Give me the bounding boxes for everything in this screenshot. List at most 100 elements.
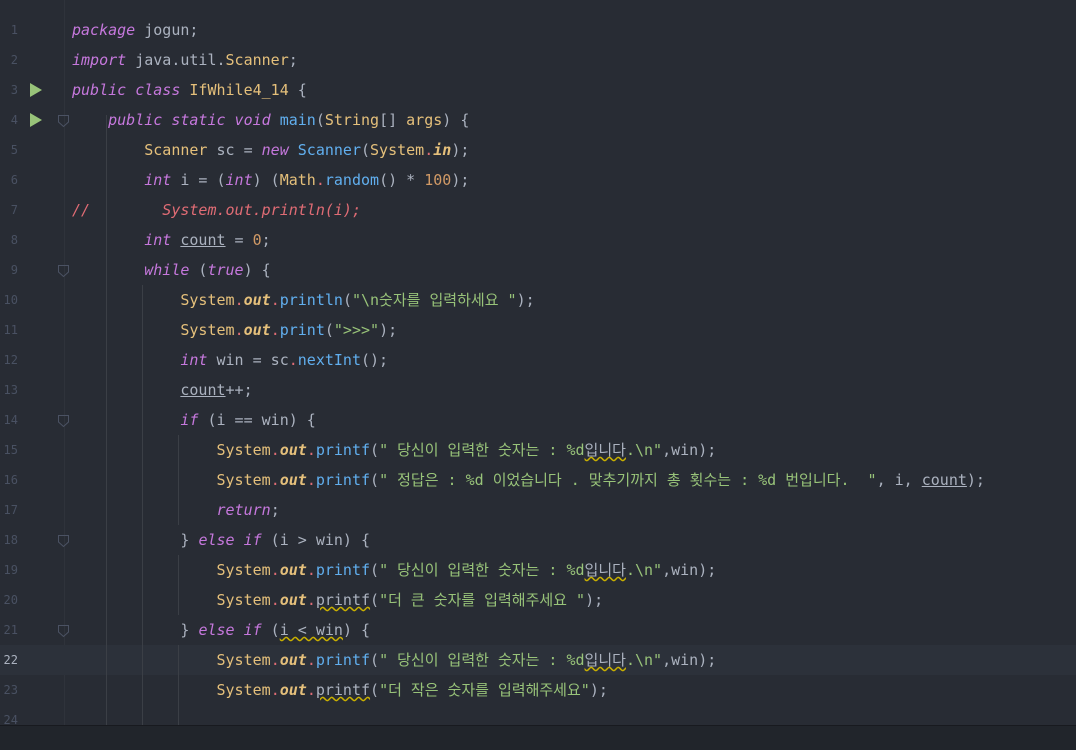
code-line[interactable]: 16 System.out.printf(" 정답은 : %d 이었습니다 . … (0, 465, 1076, 495)
code-token: ( (370, 591, 380, 609)
code-text[interactable]: System.out.printf("더 작은 숫자를 입력해주세요"); (72, 675, 608, 705)
code-token: ) { (342, 621, 371, 639)
code-line[interactable]: 19 System.out.printf(" 당신이 입력한 숫자는 : %d입… (0, 555, 1076, 585)
code-text[interactable]: public class IfWhile4_14 { (72, 75, 307, 105)
code-line[interactable]: 22 System.out.printf(" 당신이 입력한 숫자는 : %d입… (0, 645, 1076, 675)
code-token: " 정답은 : %d 이었습니다 . 맞추기까지 총 횟수는 : %d 번입니다… (379, 471, 877, 489)
code-token: count (180, 231, 226, 249)
code-token: args (406, 111, 443, 129)
code-token: ,win); (662, 561, 717, 579)
code-text[interactable]: int i = (int) (Math.random() * 100); (72, 165, 469, 195)
line-number: 16 (3, 473, 18, 487)
code-token: nextInt (297, 351, 361, 369)
code-token: println (279, 291, 343, 309)
status-bar (0, 725, 1076, 750)
fold-marker-icon[interactable] (58, 263, 69, 278)
code-text[interactable]: return; (72, 495, 280, 525)
code-text[interactable]: System.out.printf(" 정답은 : %d 이었습니다 . 맞추기… (72, 465, 985, 495)
code-token: import (72, 51, 127, 69)
code-token: ; (270, 501, 280, 519)
code-token: .\n" (625, 651, 663, 669)
code-text[interactable]: int win = sc.nextInt(); (72, 345, 388, 375)
code-token: (); (361, 351, 389, 369)
run-gutter-icon[interactable] (30, 83, 42, 97)
code-line[interactable]: 11 System.out.print(">>>"); (0, 315, 1076, 345)
code-token: ) { (442, 111, 470, 129)
code-text[interactable]: package jogun; (72, 15, 198, 45)
code-line[interactable]: 24 (0, 705, 1076, 725)
fold-marker-icon[interactable] (58, 413, 69, 428)
code-line[interactable]: 5 Scanner sc = new Scanner(System.in); (0, 135, 1076, 165)
code-line[interactable]: 9 while (true) { (0, 255, 1076, 285)
code-token: else if (198, 531, 262, 549)
code-token: int (225, 171, 253, 189)
code-text[interactable]: } else if (i < win) { (72, 615, 370, 645)
code-text[interactable]: public static void main(String[] args) { (72, 105, 469, 135)
code-line[interactable]: 4 public static void main(String[] args)… (0, 105, 1076, 135)
code-line[interactable]: 7 // System.out.println(i); (0, 195, 1076, 225)
code-text[interactable]: } else if (i > win) { (72, 525, 370, 555)
fold-marker-icon[interactable] (58, 623, 69, 638)
code-token: ); (451, 171, 470, 189)
code-line[interactable]: 13 count++; (0, 375, 1076, 405)
code-line[interactable]: 17 return; (0, 495, 1076, 525)
code-text[interactable]: // System.out.println(i); (72, 195, 361, 225)
code-line[interactable]: 2 import java.util.Scanner; (0, 45, 1076, 75)
code-text[interactable]: System.out.printf("더 큰 숫자를 입력해주세요 "); (72, 585, 604, 615)
code-text[interactable]: Scanner sc = new Scanner(System.in); (72, 135, 469, 165)
code-token: new (261, 141, 289, 159)
code-token: while (144, 261, 190, 279)
code-line[interactable]: 23 System.out.printf("더 작은 숫자를 입력해주세요"); (0, 675, 1076, 705)
code-text[interactable]: int count = 0; (72, 225, 270, 255)
line-number: 14 (3, 413, 18, 427)
code-token: ); (966, 471, 985, 489)
code-line[interactable]: 12 int win = sc.nextInt(); (0, 345, 1076, 375)
code-token: Math (279, 171, 316, 189)
code-token: , i, (876, 471, 922, 489)
code-token: Scanner (144, 141, 208, 159)
code-token: () * (379, 171, 425, 189)
code-token: out (279, 441, 307, 459)
code-line[interactable]: 6 int i = (int) (Math.random() * 100); (0, 165, 1076, 195)
code-line[interactable]: 10 System.out.println("\n숫자를 입력하세요 "); (0, 285, 1076, 315)
code-text[interactable]: System.out.print(">>>"); (72, 315, 397, 345)
code-line[interactable]: 8 int count = 0; (0, 225, 1076, 255)
code-token: 입니다 (584, 441, 626, 459)
indent-guide (178, 645, 179, 725)
code-text[interactable]: import java.util.Scanner; (72, 45, 298, 75)
line-number: 4 (10, 113, 18, 127)
run-gutter-icon[interactable] (30, 113, 42, 127)
code-text[interactable]: count++; (72, 375, 252, 405)
indent-guide (106, 115, 107, 725)
code-token: System (180, 291, 235, 309)
code-token: } (72, 621, 199, 639)
code-line[interactable]: 20 System.out.printf("더 큰 숫자를 입력해주세요 "); (0, 585, 1076, 615)
code-text[interactable]: System.out.printf(" 당신이 입력한 숫자는 : %d입니다.… (72, 645, 717, 675)
code-text[interactable]: if (i == win) { (72, 405, 315, 435)
code-editor[interactable]: 1 package jogun; 2 import java.util.Scanner… (0, 0, 1076, 725)
code-line[interactable]: 21 } else if (i < win) { (0, 615, 1076, 645)
code-token: printf (315, 591, 371, 609)
fold-marker-icon[interactable] (58, 113, 69, 128)
code-line[interactable]: 14 if (i == win) { (0, 405, 1076, 435)
code-token: ( (361, 141, 371, 159)
code-token: System (216, 681, 271, 699)
code-text[interactable]: System.out.printf(" 당신이 입력한 숫자는 : %d입니다.… (72, 435, 717, 465)
code-token: ">>>" (333, 321, 380, 339)
code-line[interactable]: 3 public class IfWhile4_14 { (0, 75, 1076, 105)
fold-marker-icon[interactable] (58, 533, 69, 548)
code-text[interactable]: System.out.printf(" 당신이 입력한 숫자는 : %d입니다.… (72, 555, 717, 585)
code-token: . (306, 681, 316, 699)
code-token: main (279, 111, 316, 129)
code-token: "더 작은 숫자를 입력해주세요" (379, 681, 590, 699)
code-line[interactable]: 18 } else if (i > win) { (0, 525, 1076, 555)
code-text[interactable]: while (true) { (72, 255, 270, 285)
code-token: . (270, 591, 280, 609)
code-line[interactable]: 1 package jogun; (0, 15, 1076, 45)
code-line[interactable]: 15 System.out.printf(" 당신이 입력한 숫자는 : %d입… (0, 435, 1076, 465)
